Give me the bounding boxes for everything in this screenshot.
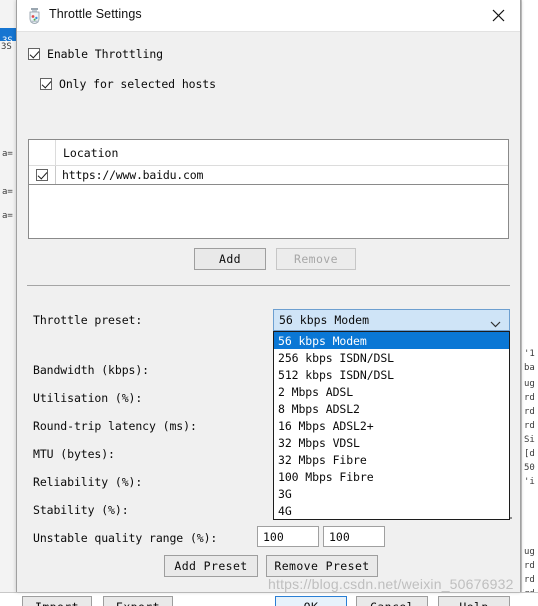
hosts-table[interactable]: Location https://www.baidu.com bbox=[28, 139, 509, 239]
remove-preset-button[interactable]: Remove Preset bbox=[266, 555, 378, 577]
only-selected-hosts-label: Only for selected hosts bbox=[59, 77, 216, 91]
background-left-fragment-1: a= bbox=[2, 149, 13, 159]
enable-throttling-checkbox-row[interactable]: Enable Throttling bbox=[28, 47, 163, 61]
cancel-button[interactable]: Cancel bbox=[356, 596, 428, 606]
only-selected-hosts-checkbox[interactable] bbox=[40, 78, 52, 90]
bandwidth-label: Bandwidth (kbps): bbox=[33, 363, 150, 377]
background-right-fragment-4: rd bbox=[524, 393, 535, 403]
screen: 3S 3S a= a= a= '1 ba ug rd rd rd Si [d 5… bbox=[0, 0, 538, 606]
background-right-fragment-1: '1 bbox=[524, 349, 535, 359]
dropdown-option-3[interactable]: 2 Mbps ADSL bbox=[274, 383, 509, 400]
hosts-table-header-check bbox=[29, 140, 56, 165]
unstable-quality-max-input[interactable]: 100 bbox=[323, 526, 385, 547]
utilisation-label: Utilisation (%): bbox=[33, 391, 143, 405]
dialog-title: Throttle Settings bbox=[49, 7, 142, 21]
only-selected-hosts-checkbox-row[interactable]: Only for selected hosts bbox=[40, 77, 216, 91]
background-selected-row: 3S bbox=[0, 28, 16, 46]
add-preset-button[interactable]: Add Preset bbox=[164, 555, 258, 577]
section-divider bbox=[27, 285, 510, 286]
throttle-settings-dialog: Throttle Settings Enable Throttling Only… bbox=[16, 0, 521, 606]
hosts-table-header: Location bbox=[29, 140, 508, 166]
background-right-fragment-5: rd bbox=[524, 407, 535, 417]
background-right-fragment-8: [d bbox=[524, 449, 535, 459]
background-right-fragment-9: 50 bbox=[524, 463, 535, 473]
hosts-row-checkbox-cell[interactable] bbox=[29, 166, 56, 184]
throttle-icon bbox=[26, 7, 43, 24]
remove-button: Remove bbox=[276, 248, 356, 270]
background-right-fragment-12: rd bbox=[524, 561, 535, 571]
dropdown-option-6[interactable]: 32 Mbps VDSL bbox=[274, 434, 509, 451]
throttle-preset-dropdown-list[interactable]: 56 kbps Modem 256 kbps ISDN/DSL 512 kbps… bbox=[273, 331, 510, 520]
throttle-preset-value: 56 kbps Modem bbox=[279, 313, 370, 327]
unstable-quality-range-label: Unstable quality range (%): bbox=[33, 531, 218, 545]
dialog-titlebar: Throttle Settings bbox=[17, 0, 520, 32]
throttle-preset-select[interactable]: 56 kbps Modem bbox=[273, 309, 510, 331]
enable-throttling-label: Enable Throttling bbox=[47, 47, 164, 61]
background-right-fragment-6: rd bbox=[524, 421, 535, 431]
dropdown-option-4[interactable]: 8 Mbps ADSL2 bbox=[274, 400, 509, 417]
mtu-label: MTU (bytes): bbox=[33, 447, 115, 461]
ok-button[interactable]: OK bbox=[275, 596, 347, 606]
background-right-fragment-10: 'i bbox=[524, 477, 535, 487]
dropdown-option-10[interactable]: 4G bbox=[274, 502, 509, 519]
dropdown-option-0[interactable]: 56 kbps Modem bbox=[274, 332, 509, 349]
add-button[interactable]: Add bbox=[194, 248, 266, 270]
background-left-marker: 3S bbox=[1, 42, 12, 52]
background-right-fragment-2: ba bbox=[524, 363, 535, 373]
hosts-row-checkbox[interactable] bbox=[36, 169, 48, 181]
chevron-down-icon[interactable] bbox=[490, 317, 501, 331]
help-button[interactable]: Help bbox=[438, 596, 510, 606]
dialog-body: Enable Throttling Only for selected host… bbox=[17, 32, 520, 606]
import-button[interactable]: Import bbox=[22, 596, 92, 606]
enable-throttling-checkbox[interactable] bbox=[28, 48, 40, 60]
dropdown-option-2[interactable]: 512 kbps ISDN/DSL bbox=[274, 366, 509, 383]
background-right-pane bbox=[521, 0, 538, 606]
background-right-fragment-3: ug bbox=[524, 379, 535, 389]
background-left-fragment-2: a= bbox=[2, 187, 13, 197]
unstable-quality-min-input[interactable]: 100 bbox=[257, 526, 319, 547]
close-icon[interactable] bbox=[476, 0, 520, 31]
throttle-preset-label: Throttle preset: bbox=[33, 313, 143, 327]
background-right-fragment-11: ug bbox=[524, 547, 535, 557]
round-trip-latency-label: Round-trip latency (ms): bbox=[33, 419, 197, 433]
stability-label: Stability (%): bbox=[33, 503, 129, 517]
reliability-label: Reliability (%): bbox=[33, 475, 143, 489]
table-row[interactable]: https://www.baidu.com bbox=[29, 166, 508, 185]
dropdown-option-9[interactable]: 3G bbox=[274, 485, 509, 502]
hosts-row-location: https://www.baidu.com bbox=[62, 168, 204, 182]
dropdown-option-8[interactable]: 100 Mbps Fibre bbox=[274, 468, 509, 485]
background-right-fragment-13: rd bbox=[524, 575, 535, 585]
export-button[interactable]: Export bbox=[103, 596, 173, 606]
background-right-fragment-7: Si bbox=[524, 435, 535, 445]
dropdown-option-1[interactable]: 256 kbps ISDN/DSL bbox=[274, 349, 509, 366]
dropdown-option-7[interactable]: 32 Mbps Fibre bbox=[274, 451, 509, 468]
hosts-table-header-location: Location bbox=[63, 145, 119, 160]
background-left-fragment-3: a= bbox=[2, 211, 13, 221]
dropdown-option-5[interactable]: 16 Mbps ADSL2+ bbox=[274, 417, 509, 434]
